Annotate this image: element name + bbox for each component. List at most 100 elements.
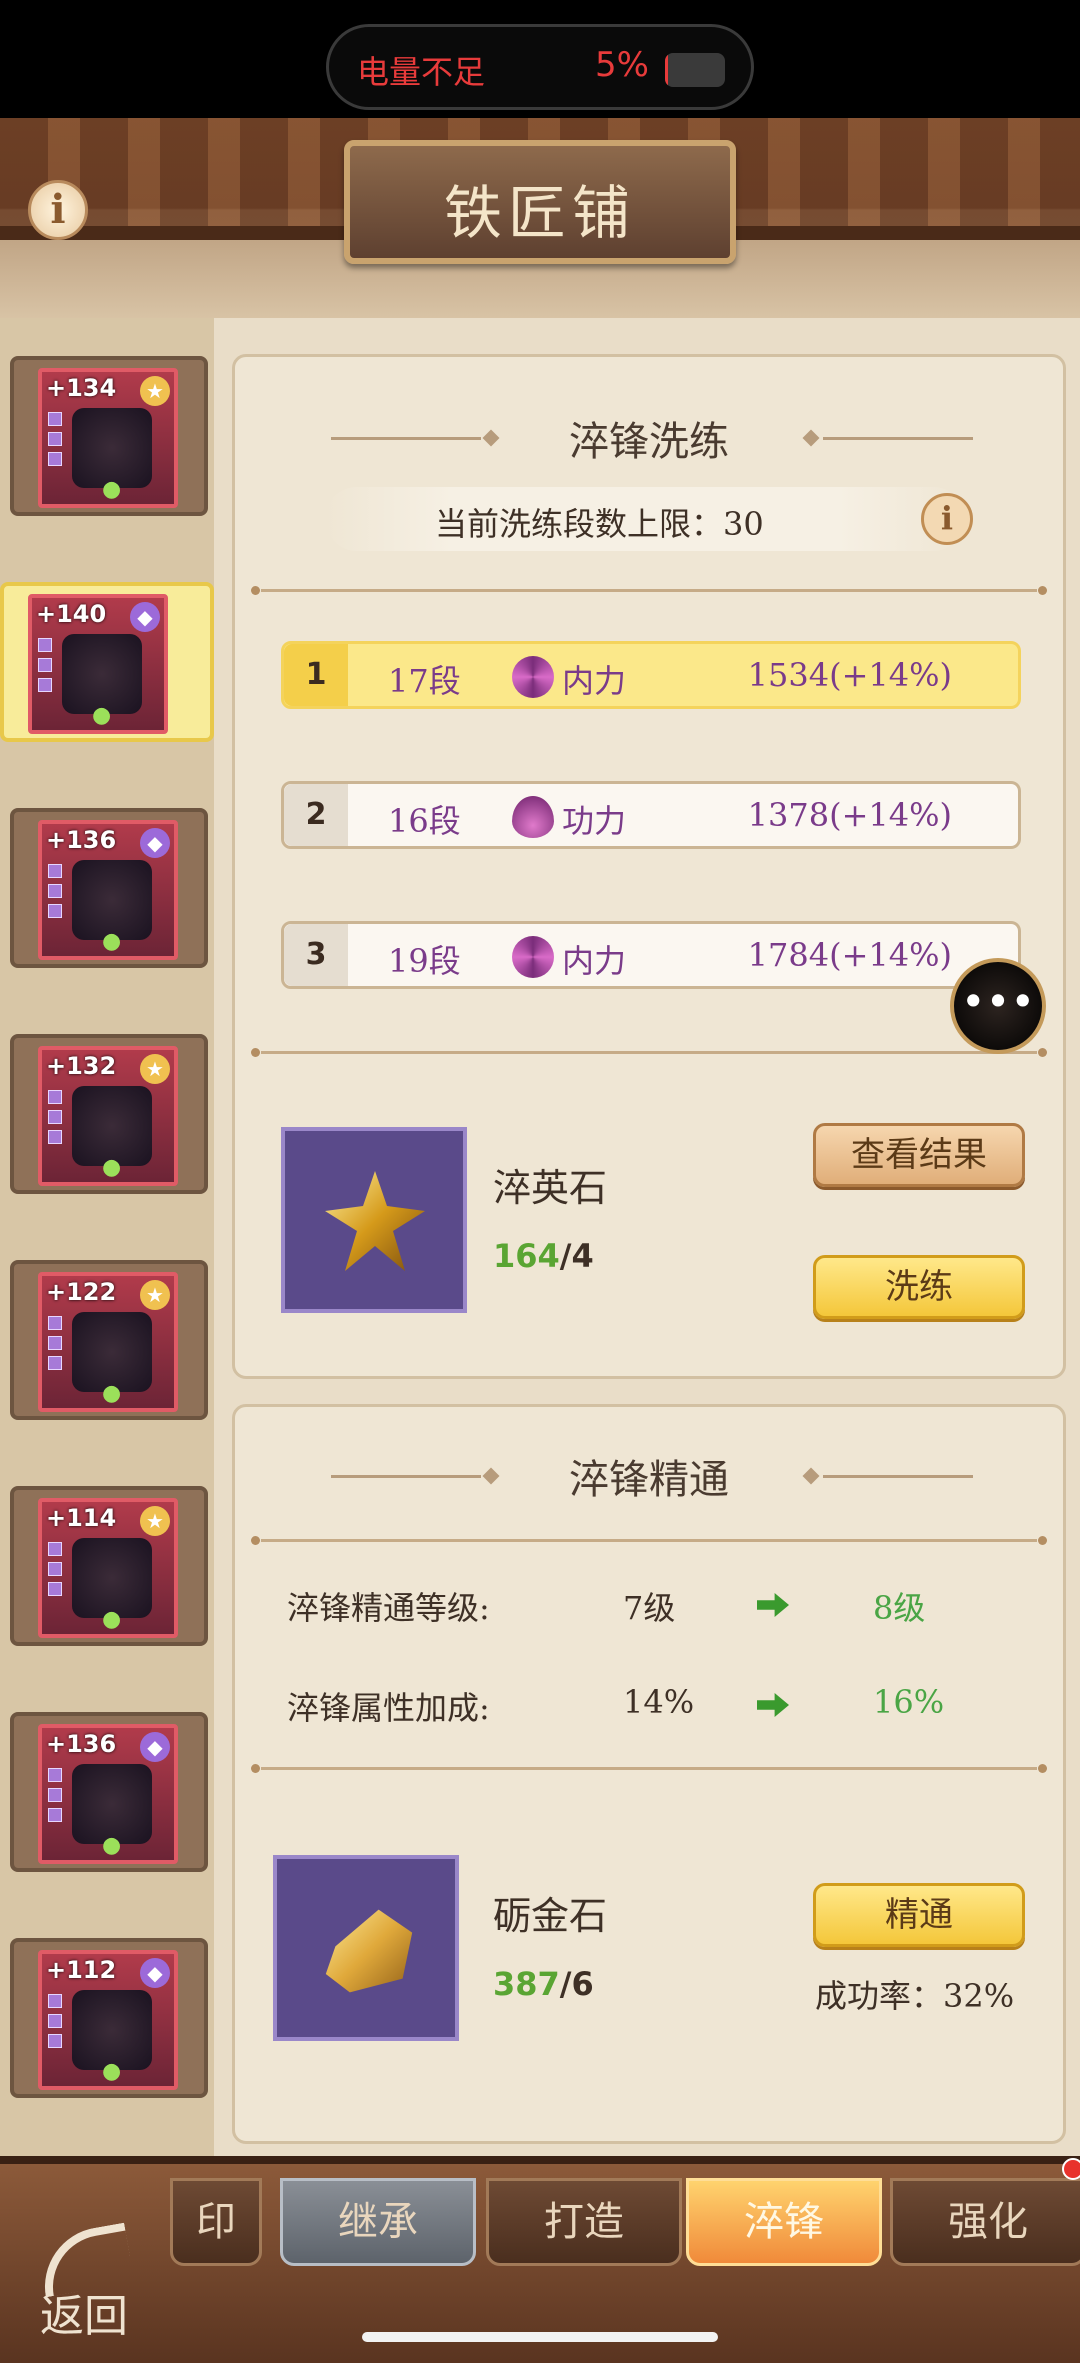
quality-pips	[38, 638, 52, 698]
star-badge-icon: ★	[140, 376, 170, 406]
mastery-level-next: 8级	[873, 1589, 926, 1627]
diamond-badge-icon: ◆	[140, 1732, 170, 1762]
info-icon[interactable]: i	[921, 493, 973, 545]
mastery-material-count: 387/6	[493, 1965, 594, 2003]
quality-pips	[48, 864, 62, 924]
flame-icon	[512, 796, 554, 838]
ring-icon	[72, 1990, 152, 2070]
row-stat-name: 功力	[562, 802, 627, 840]
row-segment: 17段	[388, 662, 461, 700]
equipment-level: +122	[46, 1278, 117, 1306]
equipment-slot-5[interactable]: +122 ★ ●	[10, 1260, 208, 1420]
material-owned: 164	[493, 1237, 560, 1275]
equipment-slot-2[interactable]: +140 ◆ ●	[0, 582, 214, 742]
row-index: 2	[284, 784, 348, 846]
gem-slot-icon: ●	[102, 929, 122, 954]
equipment-slot-6[interactable]: +114 ★ ●	[10, 1486, 208, 1646]
gem-slot-icon: ●	[102, 2059, 122, 2084]
equipment-slot-7[interactable]: +136 ◆ ●	[10, 1712, 208, 1872]
tab-temper[interactable]: 淬锋	[686, 2178, 882, 2266]
back-button[interactable]: 返回	[30, 2222, 140, 2342]
equipment-slot-4[interactable]: +132 ★ ●	[10, 1034, 208, 1194]
refine-limit-text: 当前洗练段数上限：30	[435, 505, 764, 543]
equipment-slot-3[interactable]: +136 ◆ ●	[10, 808, 208, 968]
diamond-badge-icon: ◆	[130, 602, 160, 632]
diamond-badge-icon: ◆	[140, 1958, 170, 1988]
tab-forge[interactable]: 打造	[486, 2178, 682, 2266]
equipment-level: +140	[36, 600, 107, 628]
tab-enhance[interactable]: 强化	[890, 2178, 1080, 2266]
gauntlet-icon	[72, 408, 152, 488]
tab-seal[interactable]: 印	[170, 2178, 262, 2266]
material-required: /6	[559, 1965, 594, 2003]
row-stat-value: 1784(+14%)	[747, 936, 952, 974]
master-button[interactable]: 精通	[813, 1883, 1025, 1947]
divider	[251, 586, 1047, 595]
refine-button[interactable]: 洗练	[813, 1255, 1025, 1319]
title-ornament	[823, 1475, 973, 1478]
title-ornament	[823, 437, 973, 440]
quality-pips	[48, 1090, 62, 1150]
gem-slot-icon: ●	[102, 477, 122, 502]
mastery-level-label: 淬锋精通等级:	[287, 1589, 490, 1627]
chat-bubble-icon[interactable]: •••	[950, 958, 1046, 1054]
mastery-bonus-label: 淬锋属性加成:	[287, 1689, 490, 1727]
mastery-bonus-current: 14%	[623, 1683, 695, 1721]
gem-slot-icon: ●	[102, 1607, 122, 1632]
equipment-card: +132 ★ ●	[38, 1046, 178, 1186]
quality-pips	[48, 412, 62, 472]
mastery-panel: 淬锋精通 淬锋精通等级: 7级 8级 淬锋属性加成: 14% 16% 砺金石 3…	[232, 1404, 1066, 2144]
equipment-slot-1[interactable]: +134 ★ ●	[10, 356, 208, 516]
boots-icon	[72, 1086, 152, 1166]
quality-pips	[48, 1768, 62, 1828]
gem-slot-icon: ●	[102, 1155, 122, 1180]
back-label: 返回	[40, 2291, 128, 2342]
ore-icon	[325, 1909, 413, 1993]
quality-pips	[48, 1542, 62, 1602]
tab-inherit[interactable]: 继承	[280, 2178, 476, 2266]
material-required: /4	[559, 1237, 594, 1275]
equipment-slot-8[interactable]: +112 ◆ ●	[10, 1938, 208, 2098]
mastery-bonus-next: 16%	[873, 1683, 945, 1721]
view-result-button[interactable]: 查看结果	[813, 1123, 1025, 1187]
row-stat-name: 内力	[562, 942, 627, 980]
equipment-card: +136 ◆ ●	[38, 820, 178, 960]
refine-limit: 当前洗练段数上限：30 i	[325, 487, 973, 551]
swirl-icon	[512, 656, 554, 698]
refine-row-3[interactable]: 3 19段 内力 1784(+14%)	[281, 921, 1021, 989]
equipment-level: +112	[46, 1956, 117, 1984]
equipment-card: +134 ★ ●	[38, 368, 178, 508]
battery-icon	[665, 53, 725, 87]
mastery-level-current: 7级	[623, 1589, 676, 1627]
arrow-right-icon	[757, 1693, 789, 1717]
quality-pips	[48, 1316, 62, 1376]
equipment-card: +112 ◆ ●	[38, 1950, 178, 2090]
amulet-icon	[72, 1538, 152, 1618]
header: i 铁匠铺	[0, 118, 1080, 318]
refine-row-1[interactable]: 1 17段 内力 1534(+14%)	[281, 641, 1021, 709]
refine-material-slot[interactable]	[281, 1127, 467, 1313]
info-icon[interactable]: i	[28, 180, 88, 240]
battery-level-fill	[665, 53, 668, 87]
mastery-material-slot[interactable]	[273, 1855, 459, 2041]
notification-dot	[1062, 2158, 1080, 2180]
diamond-badge-icon: ◆	[140, 828, 170, 858]
equipment-sidebar: +134 ★ ● +140 ◆ ● +136 ◆ ● +132 ★ ● +122…	[0, 318, 214, 2156]
divider	[251, 1536, 1047, 1545]
battery-warning-pill: 电量不足 5%	[326, 24, 754, 110]
refine-row-2[interactable]: 2 16段 功力 1378(+14%)	[281, 781, 1021, 849]
equipment-level: +136	[46, 1730, 117, 1758]
crystal-icon	[325, 1171, 425, 1271]
row-index: 3	[284, 924, 348, 986]
belt-icon	[72, 860, 152, 940]
row-segment: 19段	[388, 942, 461, 980]
gem-slot-icon: ●	[92, 703, 112, 728]
row-index: 1	[284, 644, 348, 706]
row-stat-value: 1378(+14%)	[747, 796, 952, 834]
star-badge-icon: ★	[140, 1054, 170, 1084]
equipment-level: +114	[46, 1504, 117, 1532]
necklace-icon	[72, 1312, 152, 1392]
refine-material-count: 164/4	[493, 1237, 594, 1275]
home-indicator[interactable]	[362, 2332, 718, 2342]
battery-percent: 5%	[595, 45, 649, 85]
